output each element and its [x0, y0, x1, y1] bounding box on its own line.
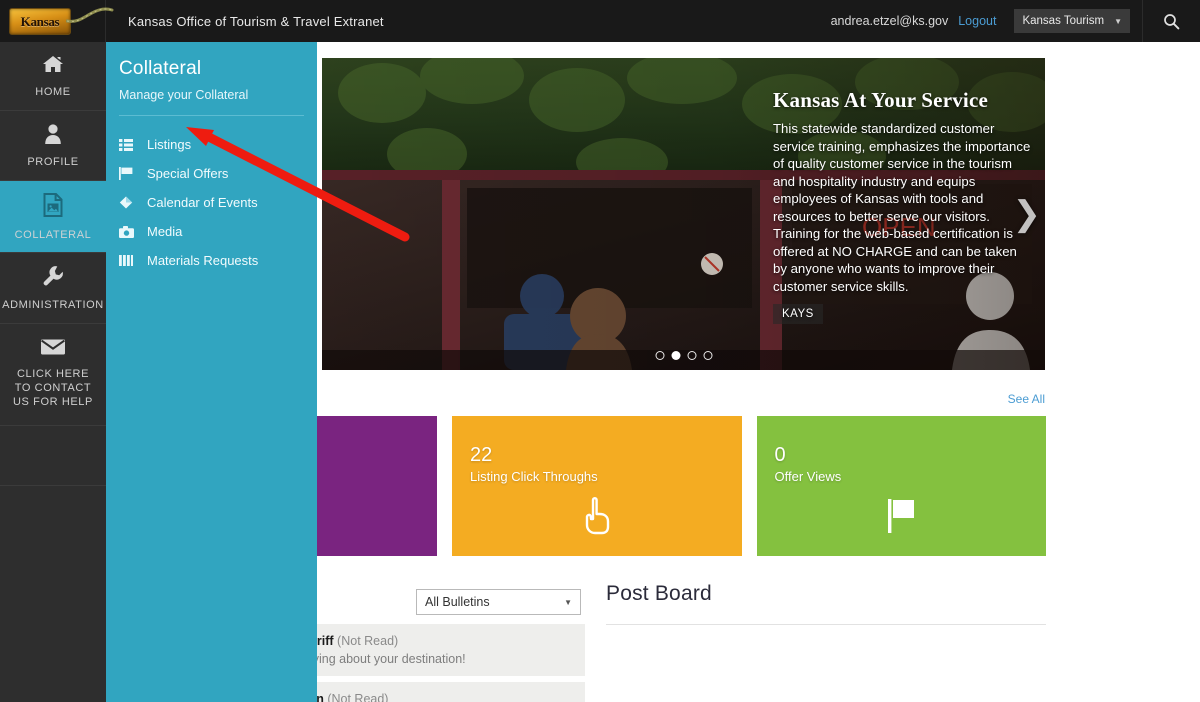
sidebar-item-label: COLLATERAL	[14, 228, 92, 241]
submenu-item-label: Materials Requests	[147, 253, 259, 268]
submenu-item-calendar-of-events[interactable]: Calendar of Events	[106, 188, 317, 217]
sidebar-item-label: CLICK HERE TO CONTACT US FOR HELP	[13, 368, 93, 408]
sidebar-item-home[interactable]: HOME	[0, 42, 106, 111]
submenu-item-media[interactable]: Media	[106, 217, 317, 246]
sidebar-item-profile[interactable]: PROFILE	[0, 111, 106, 181]
carousel-dot[interactable]	[687, 351, 696, 360]
organization-select[interactable]: Kansas Tourism ▼	[1014, 9, 1130, 33]
bulletin-filter-value: All Bulletins	[425, 595, 490, 609]
bulletin-title-row: rmation (Not Read)	[278, 692, 573, 702]
sidebar-item-collateral[interactable]: COLLATERAL	[0, 180, 106, 254]
submenu-item-label: Special Offers	[147, 166, 229, 181]
logo-rope-icon	[66, 7, 114, 23]
user-icon	[43, 123, 63, 149]
list-icon	[119, 138, 137, 151]
user-email: andrea.etzel@ks.gov	[830, 14, 949, 28]
calendar-diamond-icon	[119, 196, 137, 209]
sidebar-item-label: ADMINISTRATION	[2, 299, 104, 312]
see-all-link[interactable]: See All	[1008, 392, 1045, 406]
stat-tile-listing-click-throughs[interactable]: 22 Listing Click Throughs	[452, 416, 742, 556]
sidebar-item-administration[interactable]: ADMINISTRATION	[0, 253, 106, 324]
collateral-submenu-panel: Collateral Manage your Collateral Listin…	[106, 42, 317, 702]
primary-sidebar: HOME PROFILE COLLATERAL ADMINISTRATION C…	[0, 42, 106, 702]
kansas-tag-logo: Kansas	[9, 8, 71, 35]
flag-icon	[119, 167, 137, 180]
search-icon	[1164, 13, 1180, 29]
carousel-next-arrow-icon[interactable]: ❯	[1013, 197, 1042, 231]
home-icon	[42, 54, 64, 79]
post-board-title: Post Board	[606, 582, 712, 605]
chevron-down-icon: ▼	[1114, 16, 1122, 26]
hero-body: This statewide standardized customer ser…	[773, 121, 1031, 294]
carousel-dot[interactable]	[703, 351, 712, 360]
submenu-divider	[119, 115, 304, 116]
chevron-down-icon: ▼	[564, 597, 572, 607]
hero-text-block: Kansas At Your Service This statewide st…	[773, 88, 1031, 325]
sidebar-item-label: PROFILE	[27, 155, 79, 168]
stat-value: 22	[470, 444, 493, 466]
bulletin-filter-wrap: All Bulletins ▼	[416, 589, 581, 615]
logo-wordmark: Kansas	[20, 14, 60, 29]
sidebar-item-contact-help[interactable]: CLICK HERE TO CONTACT US FOR HELP	[0, 324, 106, 427]
submenu-title: Collateral	[119, 58, 202, 79]
post-board-section: Post Board	[606, 582, 1046, 625]
submenu-item-label: Calendar of Events	[147, 195, 258, 210]
carousel-dot-active[interactable]	[671, 351, 680, 360]
sidebar-item-label: HOME	[35, 86, 71, 98]
stat-tiles: 22 Listing Click Throughs 0 Offer Views	[226, 416, 1046, 556]
search-button[interactable]	[1142, 0, 1200, 42]
hero-title: Kansas At Your Service	[773, 88, 988, 112]
bulletin-filter-select[interactable]: All Bulletins ▼	[416, 589, 581, 615]
carousel-dot[interactable]	[655, 351, 664, 360]
camera-icon	[119, 225, 137, 238]
app-root: Kansas Kansas Office of Tourism & Travel…	[0, 0, 1200, 702]
stat-tile-offer-views[interactable]: 0 Offer Views	[756, 416, 1046, 556]
hero-carousel[interactable]: OPEN	[322, 58, 1045, 370]
envelope-icon	[40, 338, 66, 361]
stat-value: 0	[774, 444, 786, 466]
post-board-divider	[606, 624, 1046, 625]
bulletin-status: (Not Read)	[337, 634, 399, 648]
sidebar-filler	[0, 426, 106, 487]
submenu-description: Manage your Collateral	[119, 88, 249, 102]
flag-icon	[884, 497, 918, 540]
header-right-group: andrea.etzel@ks.gov Logout Kansas Touris…	[831, 0, 1200, 42]
image-document-icon	[43, 192, 63, 222]
stat-label: Offer Views	[774, 469, 842, 484]
submenu-item-listings[interactable]: Listings	[106, 130, 317, 159]
submenu-item-materials-requests[interactable]: Materials Requests	[106, 246, 317, 275]
columns-icon	[119, 255, 137, 266]
logout-link[interactable]: Logout	[958, 14, 996, 28]
stat-label: Listing Click Throughs	[470, 469, 598, 484]
submenu-item-label: Listings	[147, 137, 192, 152]
carousel-dots	[655, 351, 712, 360]
bulletin-subtitle: are saying about your destination!	[278, 652, 466, 666]
site-title: Kansas Office of Tourism & Travel Extran…	[128, 13, 384, 29]
bulletin-status: (Not Read)	[327, 692, 389, 702]
brand-logo-cell[interactable]: Kansas	[0, 0, 114, 42]
hero-badge: KAYS	[773, 304, 823, 325]
wrench-icon	[42, 265, 64, 292]
organization-select-value: Kansas Tourism	[1022, 15, 1105, 27]
see-all-row: See All	[322, 390, 1045, 408]
submenu-item-label: Media	[147, 224, 183, 239]
bulletin-title-row: Crowdriff (Not Read)	[278, 634, 573, 648]
top-header-bar: Kansas Kansas Office of Tourism & Travel…	[0, 0, 1200, 42]
submenu-item-special-offers[interactable]: Special Offers	[106, 159, 317, 188]
pointing-hand-icon	[580, 495, 614, 540]
